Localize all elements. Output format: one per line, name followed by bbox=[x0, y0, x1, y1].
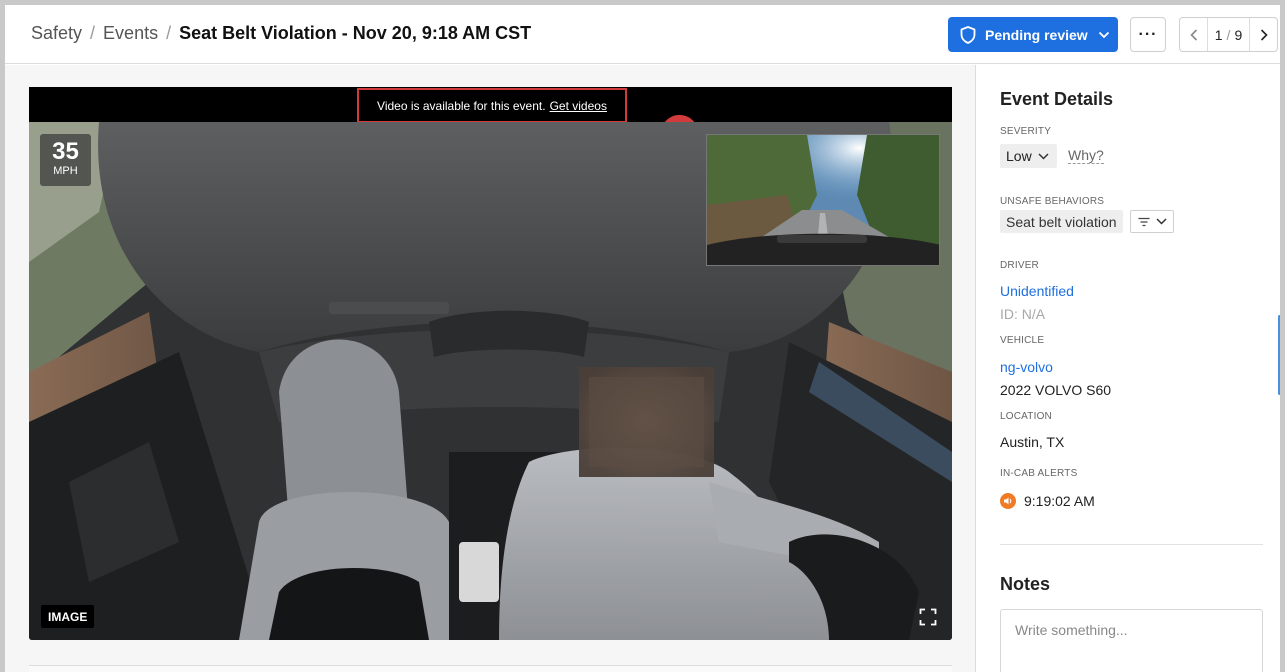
severity-value: Low bbox=[1006, 148, 1032, 164]
page-header: Safety / Events / Seat Belt Violation - Nov … bbox=[5, 5, 1280, 64]
driver-id: ID: N/A bbox=[1000, 306, 1046, 322]
shield-icon bbox=[960, 25, 976, 44]
chevron-down-icon bbox=[1155, 218, 1167, 225]
severity-dropdown[interactable]: Low bbox=[1000, 144, 1057, 168]
in-cab-alerts-label: IN-CAB ALERTS bbox=[1000, 468, 1078, 479]
behavior-filter-button[interactable] bbox=[1130, 210, 1174, 233]
severity-label: SEVERITY bbox=[1000, 126, 1052, 137]
forward-camera-thumbnail[interactable] bbox=[706, 134, 940, 266]
breadcrumb: Safety / Events / Seat Belt Violation - Nov … bbox=[31, 23, 531, 44]
more-options-button[interactable]: ··· bbox=[1130, 17, 1166, 52]
driver-link[interactable]: Unidentified bbox=[1000, 283, 1074, 299]
breadcrumb-events[interactable]: Events bbox=[103, 23, 158, 43]
vehicle-model: 2022 VOLVO S60 bbox=[1000, 382, 1112, 398]
pager-count: 1/9 bbox=[1207, 18, 1250, 51]
panel-scrollbar[interactable] bbox=[1278, 315, 1280, 395]
event-pager: 1/9 bbox=[1179, 17, 1278, 52]
in-cab-alert-item[interactable]: 9:19:02 AM bbox=[1000, 493, 1095, 509]
speed-value: 35 bbox=[52, 138, 79, 165]
breadcrumb-separator: / bbox=[166, 23, 172, 43]
next-event-button[interactable] bbox=[1250, 18, 1277, 51]
pager-current: 1 bbox=[1214, 26, 1223, 43]
video-message-text: Video is available for this event. bbox=[377, 98, 546, 113]
speed-indicator: 35 MPH bbox=[40, 134, 91, 186]
media-panel: Video is available for this event. Get v… bbox=[5, 65, 975, 672]
audio-alert-icon bbox=[1000, 493, 1016, 509]
ellipsis-icon: ··· bbox=[1138, 25, 1158, 43]
chevron-right-icon bbox=[1260, 28, 1268, 41]
fullscreen-icon[interactable] bbox=[919, 608, 937, 626]
location-label: LOCATION bbox=[1000, 411, 1052, 422]
chevron-down-icon bbox=[1098, 31, 1109, 38]
video-availability-message: Video is available for this event. Get v… bbox=[357, 88, 627, 123]
behavior-chip[interactable]: Seat belt violation bbox=[1000, 210, 1123, 233]
media-type-badge: IMAGE bbox=[41, 605, 95, 628]
get-videos-link[interactable]: Get videos bbox=[550, 99, 607, 113]
vehicle-label: VEHICLE bbox=[1000, 335, 1045, 346]
notes-input[interactable] bbox=[1000, 609, 1263, 672]
unsafe-behaviors-label: UNSAFE BEHAVIORS bbox=[1000, 196, 1105, 207]
speed-unit: MPH bbox=[53, 165, 78, 177]
severity-why-link[interactable]: Why? bbox=[1068, 147, 1104, 164]
filter-icon bbox=[1138, 217, 1149, 226]
notes-title: Notes bbox=[1000, 574, 1051, 594]
road-view-photo bbox=[707, 135, 939, 265]
pager-total: 9 bbox=[1234, 26, 1243, 43]
driver-label: DRIVER bbox=[1000, 260, 1039, 271]
event-details-title: Event Details bbox=[1000, 89, 1114, 109]
video-availability-bar: Video is available for this event. Get v… bbox=[29, 87, 952, 151]
breadcrumb-safety[interactable]: Safety bbox=[31, 23, 82, 43]
location-value: Austin, TX bbox=[1000, 434, 1065, 450]
section-divider bbox=[1000, 544, 1263, 545]
event-details-panel: Event Details SEVERITY Low Why? UNSAFE B… bbox=[975, 65, 1280, 672]
previous-event-button[interactable] bbox=[1180, 18, 1207, 51]
pending-review-button[interactable]: Pending review bbox=[948, 17, 1118, 52]
pending-review-label: Pending review bbox=[985, 26, 1088, 43]
vehicle-link[interactable]: ng-volvo bbox=[1000, 359, 1053, 375]
chevron-down-icon bbox=[1038, 152, 1049, 160]
app-frame: Safety / Events / Seat Belt Violation - Nov … bbox=[5, 5, 1280, 672]
event-camera-image[interactable]: 35 MPH IMAGE bbox=[29, 122, 952, 640]
chevron-left-icon bbox=[1189, 28, 1197, 41]
alert-time: 9:19:02 AM bbox=[1024, 493, 1095, 509]
page-title: Seat Belt Violation - Nov 20, 9:18 AM CS… bbox=[179, 23, 532, 43]
breadcrumb-separator: / bbox=[90, 23, 96, 43]
media-controls-strip bbox=[29, 665, 952, 672]
pager-separator: / bbox=[1226, 26, 1231, 43]
